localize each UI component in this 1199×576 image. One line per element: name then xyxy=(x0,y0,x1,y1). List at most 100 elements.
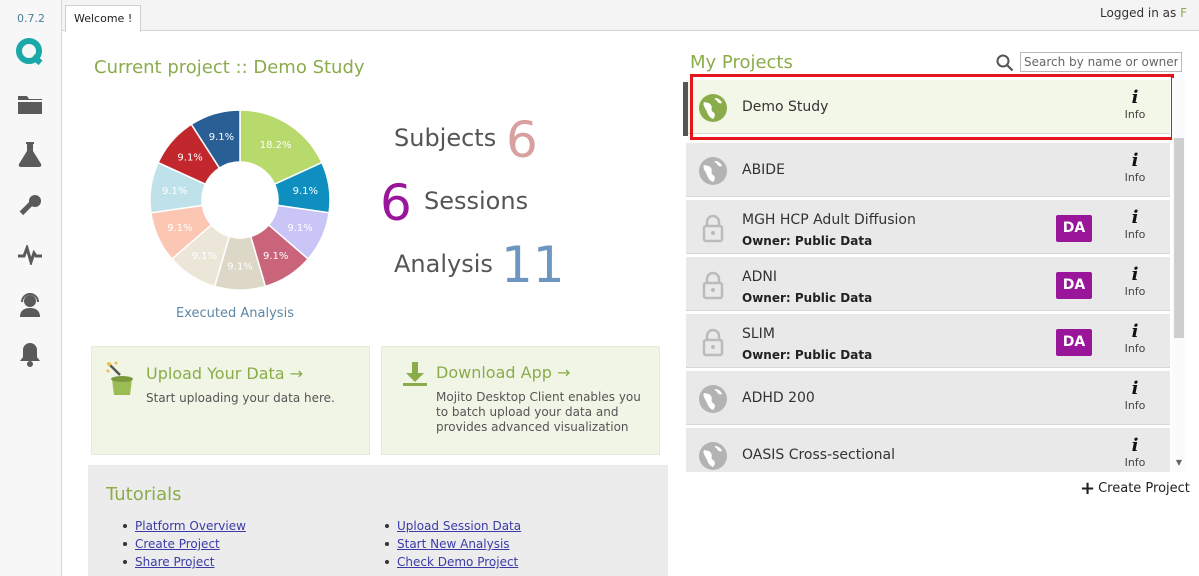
info-label: Info xyxy=(1124,342,1146,355)
upload-data-card[interactable]: Upload Your Data → Start uploading your … xyxy=(91,346,370,455)
download-arrow-icon xyxy=(402,361,428,391)
info-label: Info xyxy=(1124,171,1146,184)
current-project-title: Current project :: Demo Study xyxy=(94,57,365,78)
tutorial-link-upload-session-data[interactable]: Upload Session Data xyxy=(397,519,521,533)
project-owner: Owner: Public Data xyxy=(742,234,873,248)
tutorial-link-share-project[interactable]: Share Project xyxy=(135,555,215,569)
active-project-marker xyxy=(683,82,688,136)
donut-slice-label: 9.1% xyxy=(167,223,192,234)
globe-icon xyxy=(698,384,728,414)
project-row[interactable]: ADHD 200 i Info xyxy=(686,371,1170,425)
info-icon: i xyxy=(1131,207,1139,228)
project-owner: Owner: Public Data xyxy=(742,348,873,362)
top-bar: Welcome ! Logged in as F xyxy=(62,0,1199,32)
project-info-button[interactable]: i Info xyxy=(1118,322,1152,362)
donut-slice-label: 9.1% xyxy=(192,251,217,262)
lock-icon xyxy=(698,213,728,243)
info-icon: i xyxy=(1131,435,1139,456)
list-item: Platform Overview xyxy=(120,517,246,535)
activity-pulse-icon[interactable] xyxy=(14,239,46,271)
info-label: Info xyxy=(1124,399,1146,412)
data-access-badge[interactable]: DA xyxy=(1056,329,1092,356)
project-info-button[interactable]: i Info xyxy=(1118,208,1152,248)
donut-slice-label: 9.1% xyxy=(227,262,252,273)
project-name[interactable]: ADHD 200 xyxy=(742,390,815,406)
create-project-label: Create Project xyxy=(1098,481,1190,496)
logged-in-text: Logged in as xyxy=(1100,6,1177,20)
tutorials-panel: Tutorials Platform Overview Create Proje… xyxy=(88,465,668,576)
download-app-description: Mojito Desktop Client enables you to bat… xyxy=(436,390,641,434)
scrollbar-thumb[interactable] xyxy=(1174,138,1184,338)
tutorial-link-start-new-analysis[interactable]: Start New Analysis xyxy=(397,537,510,551)
list-item: Check Demo Project xyxy=(382,553,521,571)
project-list-scrollbar[interactable]: ▼ xyxy=(1172,78,1186,472)
info-label: Info xyxy=(1124,456,1146,469)
upload-data-description: Start uploading your data here. xyxy=(146,391,335,405)
project-search-input[interactable] xyxy=(1020,52,1182,72)
tutorials-left-list: Platform Overview Create Project Share P… xyxy=(120,517,246,571)
download-app-card[interactable]: Download App → Mojito Desktop Client ena… xyxy=(381,346,660,455)
app-version: 0.7.2 xyxy=(17,12,45,25)
project-name[interactable]: ADNI xyxy=(742,269,777,285)
app-logo-icon[interactable] xyxy=(14,36,46,68)
tutorials-right-list: Upload Session Data Start New Analysis C… xyxy=(382,517,521,571)
download-app-title[interactable]: Download App → xyxy=(436,363,570,382)
project-owner: Owner: Public Data xyxy=(742,291,873,305)
donut-slice-label: 9.1% xyxy=(209,132,234,143)
project-name[interactable]: MGH HCP Adult Diffusion xyxy=(742,212,916,228)
info-icon: i xyxy=(1131,378,1139,399)
upload-data-title[interactable]: Upload Your Data → xyxy=(146,364,303,383)
project-row[interactable]: ABIDE i Info xyxy=(686,143,1170,197)
notifications-bell-icon[interactable] xyxy=(14,338,46,370)
globe-icon xyxy=(698,441,728,471)
info-label: Info xyxy=(1124,285,1146,298)
project-name[interactable]: OASIS Cross-sectional xyxy=(742,447,895,463)
support-agent-icon[interactable] xyxy=(14,289,46,321)
search-icon[interactable] xyxy=(996,54,1014,72)
donut-chart-caption: Executed Analysis xyxy=(176,306,294,321)
data-access-badge[interactable]: DA xyxy=(1056,215,1092,242)
project-name[interactable]: SLIM xyxy=(742,326,775,342)
create-project-button[interactable]: + Create Project xyxy=(1080,477,1190,499)
logged-in-status: Logged in as F xyxy=(1100,6,1187,20)
list-item: Upload Session Data xyxy=(382,517,521,535)
subjects-label: Subjects xyxy=(394,124,497,152)
executed-analysis-donut-chart: 18.2% 9.1% 9.1% 9.1% 9.1% 9.1% 9.1% 9.1% 9.1% 9.1… xyxy=(149,109,331,291)
project-info-button[interactable]: i Info xyxy=(1118,265,1152,305)
projects-folder-icon[interactable] xyxy=(14,88,46,120)
sessions-count: 6 xyxy=(380,174,412,232)
project-row[interactable]: ADNI Owner: Public Data DA i Info xyxy=(686,257,1170,311)
left-rail: 0.7.2 xyxy=(0,0,62,576)
plus-icon: + xyxy=(1080,477,1096,499)
donut-slice-label: 9.1% xyxy=(162,186,187,197)
project-info-button[interactable]: i Info xyxy=(1118,151,1152,191)
tutorial-link-check-demo-project[interactable]: Check Demo Project xyxy=(397,555,518,569)
analysis-count: 11 xyxy=(501,236,565,294)
selected-project-highlight xyxy=(690,74,1174,140)
tutorial-link-platform-overview[interactable]: Platform Overview xyxy=(135,519,246,533)
project-info-button[interactable]: i Info xyxy=(1118,436,1152,472)
tutorial-link-create-project[interactable]: Create Project xyxy=(135,537,220,551)
analysis-label: Analysis xyxy=(394,250,493,278)
tutorials-title: Tutorials xyxy=(106,484,182,505)
subjects-count: 6 xyxy=(506,111,538,169)
lock-icon xyxy=(698,327,728,357)
tab-welcome[interactable]: Welcome ! xyxy=(65,5,142,32)
project-row[interactable]: OASIS Cross-sectional i Info xyxy=(686,428,1170,472)
my-projects-title: My Projects xyxy=(690,52,793,73)
info-label: Info xyxy=(1124,228,1146,241)
project-name[interactable]: ABIDE xyxy=(742,162,785,178)
donut-slice-label: 9.1% xyxy=(287,223,312,234)
info-icon: i xyxy=(1131,321,1139,342)
globe-icon xyxy=(698,156,728,186)
project-row[interactable]: SLIM Owner: Public Data DA i Info xyxy=(686,314,1170,368)
project-row[interactable]: MGH HCP Adult Diffusion Owner: Public Dat… xyxy=(686,200,1170,254)
key-icon[interactable] xyxy=(14,190,46,222)
flask-icon[interactable] xyxy=(14,138,46,170)
magic-wand-hat-icon xyxy=(106,361,140,401)
logged-in-user[interactable]: F xyxy=(1180,6,1187,20)
scroll-down-arrow-icon[interactable]: ▼ xyxy=(1174,458,1184,468)
donut-slice-label: 18.2% xyxy=(260,140,292,151)
project-info-button[interactable]: i Info xyxy=(1118,379,1152,419)
data-access-badge[interactable]: DA xyxy=(1056,272,1092,299)
